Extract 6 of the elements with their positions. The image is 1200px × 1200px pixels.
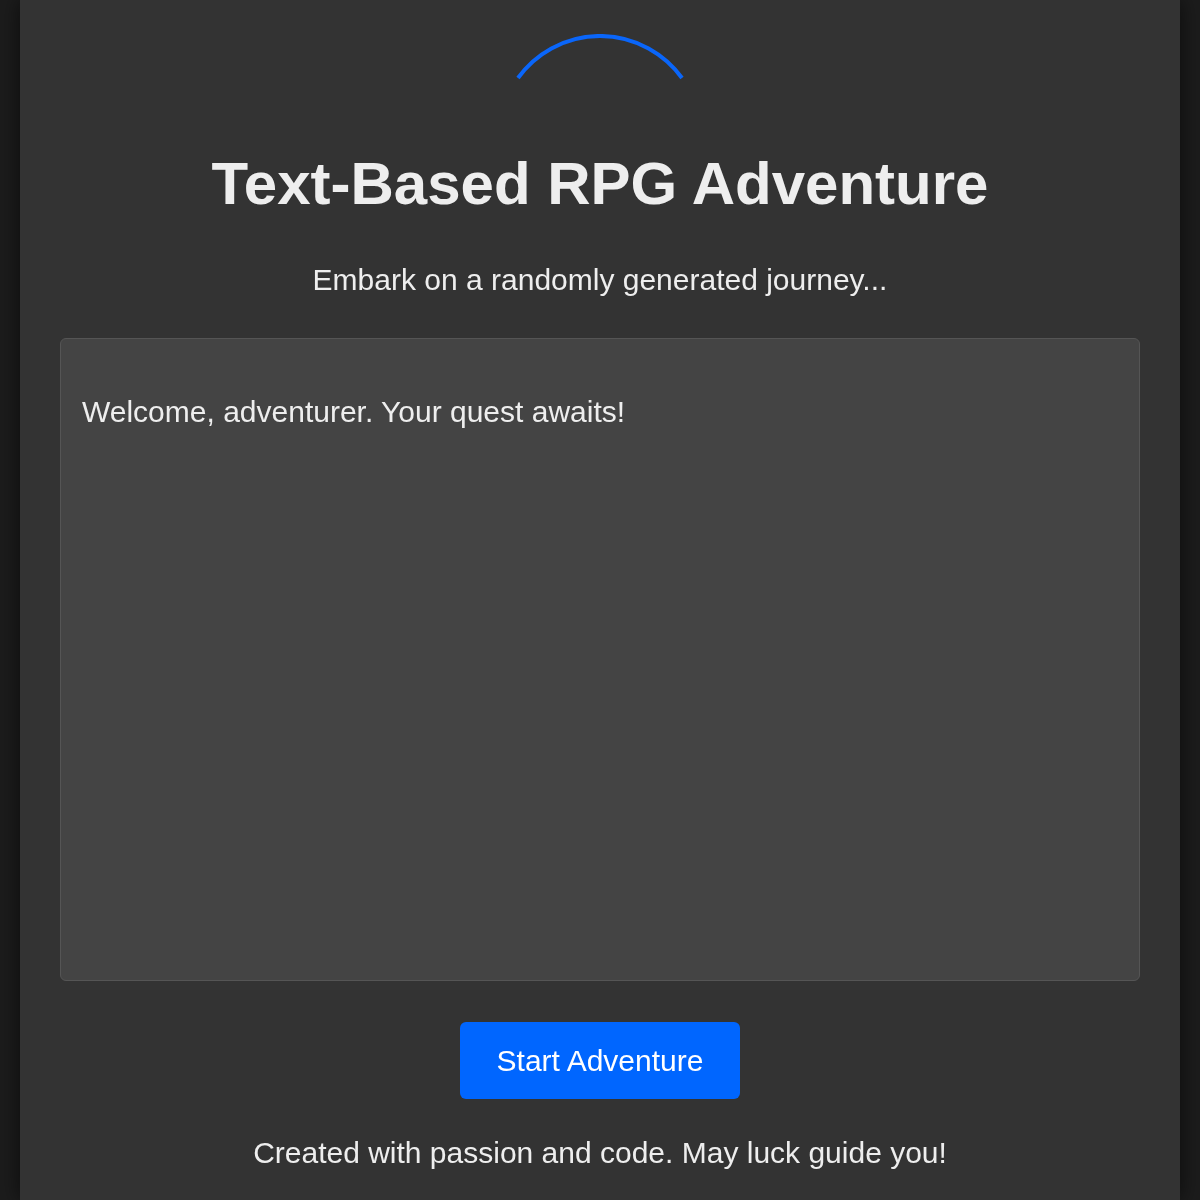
story-text: Welcome, adventurer. Your quest awaits! — [82, 397, 627, 427]
footer-text: Created with passion and code. May luck guide you! — [253, 1138, 947, 1168]
start-adventure-button[interactable]: Start Adventure — [460, 1022, 740, 1099]
page-title: Text-Based RPG Adventure — [211, 154, 989, 214]
page-subtitle: Embark on a randomly generated journey... — [312, 265, 888, 295]
spinner-icon — [516, 34, 684, 80]
